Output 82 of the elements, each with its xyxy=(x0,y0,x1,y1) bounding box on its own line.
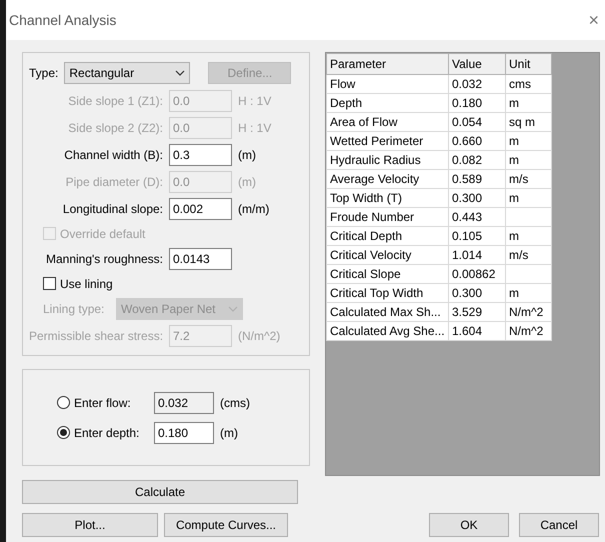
unit-label: (m) xyxy=(238,174,256,190)
field-label: Side slope 1 (Z1): xyxy=(67,92,164,110)
radio-button[interactable] xyxy=(57,396,70,409)
unit-label: H : 1V xyxy=(238,120,272,136)
table-cell: m xyxy=(509,134,519,148)
table-cell: 0.300 xyxy=(452,286,482,300)
radio-label: Enter flow: xyxy=(74,394,132,412)
table-cell: N/m^2 xyxy=(509,324,544,338)
input-field[interactable]: 0.180 xyxy=(154,422,214,444)
input-field[interactable]: 0.3 xyxy=(169,144,232,166)
cancel-button[interactable]: Cancel xyxy=(519,513,599,537)
input-field[interactable]: 0.002 xyxy=(169,198,232,220)
input-field[interactable]: 0.032 xyxy=(154,392,214,414)
table-cell: Top Width (T) xyxy=(330,191,402,205)
table-cell: Froude Number xyxy=(330,210,414,224)
type-dropdown[interactable]: Rectangular xyxy=(64,62,190,84)
table-cell: Flow xyxy=(330,77,356,91)
table-cell: N/m^2 xyxy=(509,305,544,319)
field-label: Pipe diameter (D): xyxy=(64,174,164,190)
input-field[interactable]: 0.0143 xyxy=(169,248,232,270)
table-cell: m/s xyxy=(509,248,528,262)
table-cell: 0.180 xyxy=(452,96,482,110)
table-cell: Depth xyxy=(330,96,362,110)
table-cell: 1.604 xyxy=(452,324,482,338)
unit-label: (m) xyxy=(220,424,238,442)
column-header: Unit xyxy=(506,54,552,74)
table-cell: m xyxy=(509,96,519,110)
table-cell: 0.589 xyxy=(452,172,482,186)
table-cell: 0.00862 xyxy=(452,267,496,281)
table-cell: Critical Depth xyxy=(330,229,402,243)
unit-label: (N/m^2) xyxy=(238,328,280,344)
field-label: Permissible shear stress: xyxy=(29,328,164,344)
unit-label: (m) xyxy=(238,146,256,164)
checkbox-label: Use lining xyxy=(60,276,113,292)
unit-label: (cms) xyxy=(220,394,250,412)
table-cell: m xyxy=(509,153,519,167)
table-cell: cms xyxy=(509,77,531,91)
column-header: Parameter xyxy=(326,54,448,74)
checkbox-label: Override default xyxy=(60,226,146,242)
unit-label: H : 1V xyxy=(238,92,272,110)
table-cell: 0.300 xyxy=(452,191,482,205)
calculate-button[interactable]: Calculate xyxy=(22,480,298,504)
field-label: Longitudinal slope: xyxy=(62,200,164,218)
chevron-down-icon xyxy=(228,306,238,312)
table-cell: 0.660 xyxy=(452,134,482,148)
table-cell: Average Velocity xyxy=(330,172,420,186)
radio-label: Enter depth: xyxy=(74,424,140,442)
close-button[interactable]: × xyxy=(586,11,601,29)
type-label: Type: xyxy=(29,65,58,82)
table-cell: 0.082 xyxy=(452,153,482,167)
ok-button[interactable]: OK xyxy=(429,513,509,537)
table-cell: m xyxy=(509,286,519,300)
column-header: Value xyxy=(448,54,506,74)
field-label: Side slope 2 (Z2): xyxy=(67,120,164,136)
table-cell: sq m xyxy=(509,115,536,129)
table-cell: m xyxy=(509,229,519,243)
radio-button[interactable] xyxy=(57,426,70,439)
table-cell: m/s xyxy=(509,172,528,186)
plot-button[interactable]: Plot... xyxy=(22,513,158,537)
table-cell: Critical Top Width xyxy=(330,286,424,300)
table-cell: 0.443 xyxy=(452,210,482,224)
table-cell: Hydraulic Radius xyxy=(330,153,421,167)
table-cell: Critical Velocity xyxy=(330,248,412,262)
field-label: Channel width (B): xyxy=(63,146,164,164)
field-label: Manning's roughness: xyxy=(44,250,164,268)
table-cell: 0.105 xyxy=(452,229,482,243)
table-cell: Area of Flow xyxy=(330,115,398,129)
table-cell: 3.529 xyxy=(452,305,482,319)
chevron-down-icon xyxy=(175,70,186,76)
table-cell: 0.054 xyxy=(452,115,482,129)
table-cell: m xyxy=(509,191,519,205)
table-cell: Calculated Max Sh... xyxy=(330,305,441,319)
unit-label: (m/m) xyxy=(238,200,270,218)
table-cell: Critical Slope xyxy=(330,267,401,281)
field-label: Lining type: xyxy=(43,300,106,318)
table-cell: Calculated Avg She... xyxy=(330,324,445,338)
checkbox[interactable] xyxy=(43,277,56,290)
table-cell: 1.014 xyxy=(452,248,482,262)
window-title: Channel Analysis xyxy=(9,10,116,30)
table-cell: Wetted Perimeter xyxy=(330,134,424,148)
table-cell: 0.032 xyxy=(452,77,482,91)
compute-curves-button[interactable]: Compute Curves... xyxy=(164,513,288,537)
